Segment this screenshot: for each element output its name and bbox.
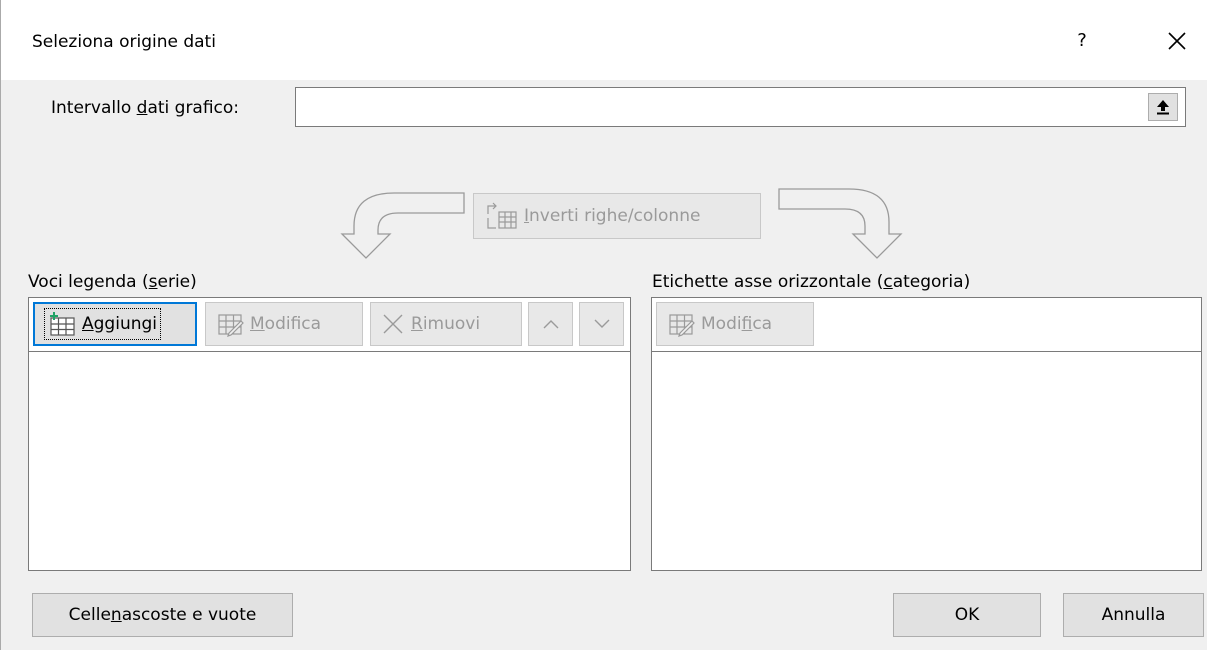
edit-axis-labels-button[interactable]: Modifica xyxy=(656,302,814,346)
edit-series-icon xyxy=(218,314,244,337)
horizontal-axis-labels-label: Etichette asse orizzontale (categoria) xyxy=(652,272,971,292)
select-data-source-dialog: Seleziona origine dati ? Intervallo dati… xyxy=(0,0,1207,650)
legend-entries-panel: Aggiungi Modifica Rimuovi xyxy=(28,297,631,571)
curved-arrow-right-shape xyxy=(778,188,903,259)
ok-button[interactable]: OK xyxy=(893,593,1041,637)
close-icon xyxy=(1168,32,1186,50)
add-series-icon xyxy=(50,312,75,336)
help-button[interactable]: ? xyxy=(1067,26,1097,56)
switch-row-col-icon xyxy=(487,202,517,229)
chart-range-input[interactable] xyxy=(295,87,1186,127)
dialog-title: Seleziona origine dati xyxy=(32,32,216,52)
hidden-empty-cells-button[interactable]: Celle n ascoste e vuote xyxy=(32,593,293,637)
remove-series-button[interactable]: Rimuovi xyxy=(370,302,522,346)
curved-arrow-left-shape xyxy=(340,192,465,259)
legend-entries-label: Voci legenda (serie) xyxy=(28,272,197,292)
switch-row-column-button[interactable]: Inverti righe/colonne xyxy=(473,193,761,239)
title-bar: Seleziona origine dati ? xyxy=(1,0,1207,80)
move-down-icon xyxy=(594,319,609,328)
horizontal-axis-labels-panel: Modifica xyxy=(651,297,1202,571)
collapse-dialog-button[interactable] xyxy=(1148,93,1178,121)
remove-x-icon xyxy=(383,314,403,334)
move-up-button[interactable] xyxy=(528,302,573,346)
close-button[interactable] xyxy=(1160,24,1194,58)
move-up-icon xyxy=(543,320,558,329)
add-series-button[interactable]: Aggiungi xyxy=(33,302,197,346)
legend-toolbar: Aggiungi Modifica Rimuovi xyxy=(29,298,630,352)
chart-range-label: Intervallo dati grafico: xyxy=(51,98,240,118)
axis-toolbar: Modifica xyxy=(652,298,1201,352)
move-down-button[interactable] xyxy=(579,302,624,346)
cancel-button[interactable]: Annulla xyxy=(1063,593,1204,637)
edit-series-button[interactable]: Modifica xyxy=(205,302,363,346)
collapse-dialog-icon xyxy=(1157,100,1169,115)
edit-series-icon xyxy=(669,314,695,337)
